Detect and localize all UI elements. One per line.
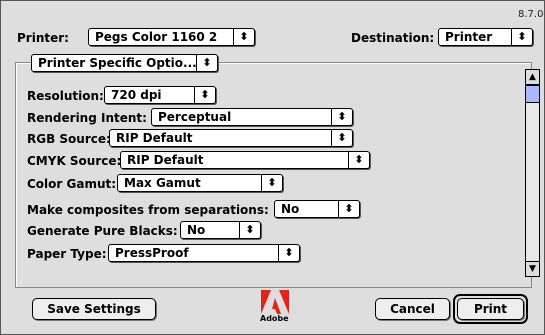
color-gamut-label: Color Gamut: xyxy=(27,177,117,191)
paper-type-popup[interactable]: PressProof ⬍ xyxy=(108,244,300,262)
popup-arrows-icon: ⬍ xyxy=(194,87,215,103)
printer-label: Printer: xyxy=(17,31,69,45)
destination-value: Printer xyxy=(445,30,493,44)
destination-label: Destination: xyxy=(351,31,435,45)
rgb-source-label: RGB Source: xyxy=(27,132,111,146)
adobe-logo-icon: Adobe xyxy=(260,290,289,323)
make-composites-label: Make composites from separations: xyxy=(27,203,269,217)
popup-arrows-icon: ⬍ xyxy=(278,245,299,261)
scroll-up-arrow-icon[interactable]: ▲ xyxy=(526,70,539,85)
popup-arrows-icon: ⬍ xyxy=(196,55,217,71)
popup-arrows-icon: ⬍ xyxy=(331,109,352,125)
print-dialog: 8.7.0 Printer: Pegs Color 1160 2 ⬍ Desti… xyxy=(0,0,545,335)
cmyk-source-value: RIP Default xyxy=(127,153,204,167)
printer-popup[interactable]: Pegs Color 1160 2 ⬍ xyxy=(88,28,255,46)
cancel-button[interactable]: Cancel xyxy=(375,298,450,320)
popup-arrows-icon: ⬍ xyxy=(331,130,352,146)
rgb-source-value: RIP Default xyxy=(116,131,193,145)
paper-type-label: Paper Type: xyxy=(27,247,107,261)
make-composites-value: No xyxy=(281,202,300,216)
version-label: 8.7.0 xyxy=(518,9,544,20)
generate-pure-blacks-popup[interactable]: No ⬍ xyxy=(180,221,261,239)
resolution-value: 720 dpi xyxy=(111,88,162,102)
scroll-thumb[interactable] xyxy=(526,85,539,103)
paper-type-value: PressProof xyxy=(115,246,189,260)
color-gamut-popup[interactable]: Max Gamut ⬍ xyxy=(117,174,283,192)
rendering-intent-label: Rendering Intent: xyxy=(27,111,147,125)
cmyk-source-label: CMYK Source: xyxy=(27,154,122,168)
color-gamut-value: Max Gamut xyxy=(124,176,201,190)
popup-arrows-icon: ⬍ xyxy=(239,222,260,238)
generate-pure-blacks-value: No xyxy=(187,223,206,237)
options-scrollbar[interactable]: ▲ ▼ xyxy=(525,69,540,277)
popup-arrows-icon: ⬍ xyxy=(261,175,282,191)
popup-arrows-icon: ⬍ xyxy=(348,152,369,168)
popup-arrows-icon: ⬍ xyxy=(511,29,532,45)
popup-arrows-icon: ⬍ xyxy=(338,201,359,217)
print-button[interactable]: Print xyxy=(457,298,524,320)
printer-value: Pegs Color 1160 2 xyxy=(95,30,218,44)
destination-popup[interactable]: Printer ⬍ xyxy=(438,28,533,46)
generate-pure-blacks-label: Generate Pure Blacks: xyxy=(27,224,178,238)
resolution-popup[interactable]: 720 dpi ⬍ xyxy=(104,86,216,104)
scroll-down-arrow-icon[interactable]: ▼ xyxy=(526,261,539,276)
panel-menu-popup[interactable]: Printer Specific Optio... ⬍ xyxy=(31,54,218,72)
popup-arrows-icon: ⬍ xyxy=(233,29,254,45)
rendering-intent-value: Perceptual xyxy=(158,110,232,124)
rgb-source-popup[interactable]: RIP Default ⬍ xyxy=(109,129,353,147)
make-composites-popup[interactable]: No ⬍ xyxy=(274,200,360,218)
rendering-intent-popup[interactable]: Perceptual ⬍ xyxy=(151,108,353,126)
cmyk-source-popup[interactable]: RIP Default ⬍ xyxy=(120,151,370,169)
panel-menu-value: Printer Specific Optio... xyxy=(38,56,197,70)
resolution-label: Resolution: xyxy=(27,89,104,103)
adobe-logo-text: Adobe xyxy=(260,314,289,323)
save-settings-button[interactable]: Save Settings xyxy=(32,298,156,320)
